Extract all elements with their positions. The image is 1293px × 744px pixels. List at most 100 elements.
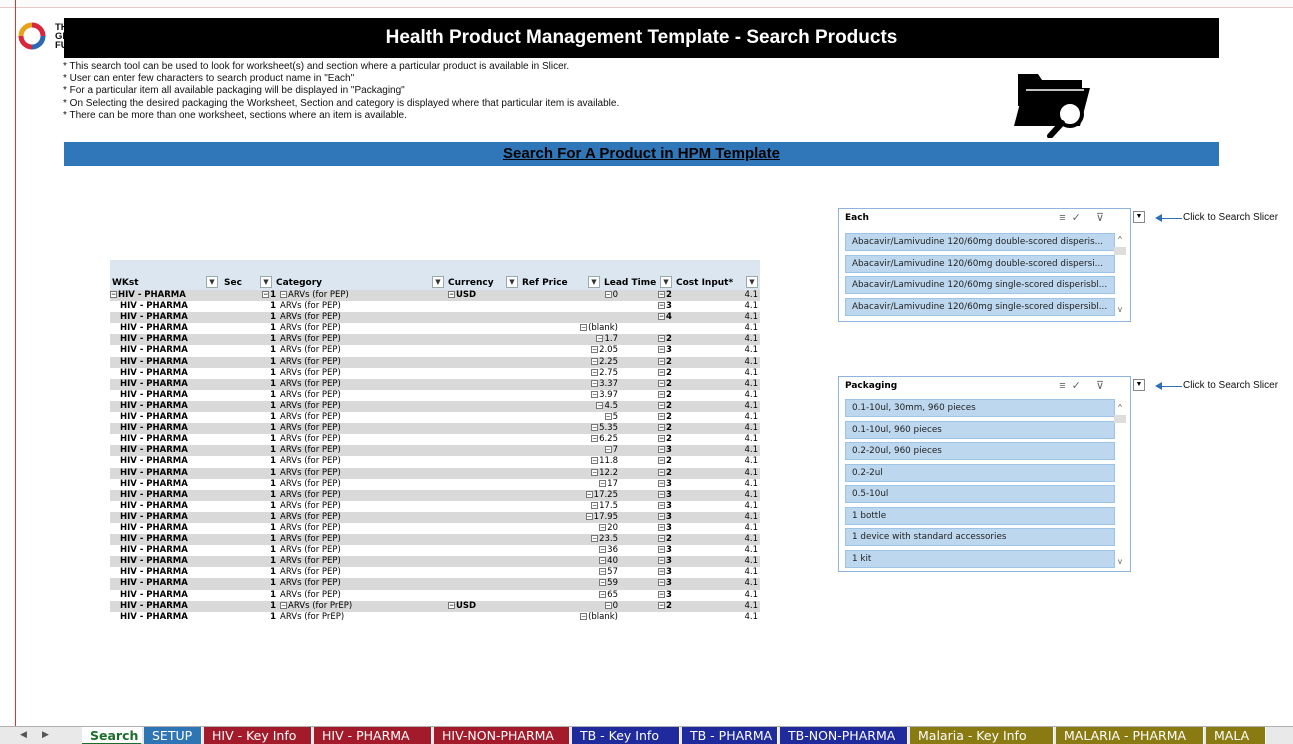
table-row[interactable]: HIV - PHARMA 1 ARVs (for PEP) −4 4.1 xyxy=(110,312,760,324)
collapse-icon[interactable]: − xyxy=(580,612,588,620)
slicer-item[interactable]: 0.1-10ul, 960 pieces xyxy=(845,420,1115,439)
wkst-filter-dropdown[interactable]: ▼ xyxy=(206,276,218,288)
collapse-icon[interactable]: − xyxy=(599,479,607,487)
slicer-item[interactable]: 0.1-10ul, 30mm, 960 pieces xyxy=(845,399,1115,417)
collapse-icon[interactable]: − xyxy=(658,346,665,354)
collapse-icon[interactable]: − xyxy=(580,324,588,332)
table-row[interactable]: HIV - PHARMA 1 ARVs (for PEP) −11.8−2 4.1 xyxy=(110,456,760,467)
tab-scroll-left-icon[interactable]: ◀ xyxy=(20,729,27,740)
table-row[interactable]: HIV - PHARMA 1 ARVs (for PEP) −7−3 4.1 xyxy=(110,445,760,457)
collapse-icon[interactable]: − xyxy=(280,601,287,609)
slicer-item[interactable]: Abacavir/Lamivudine 120/60mg double-scor… xyxy=(845,254,1115,273)
tab-tb-non-pharma[interactable]: TB-NON-PHARMA xyxy=(780,727,908,744)
collapse-icon[interactable]: − xyxy=(591,468,599,476)
packaging-search-dropdown[interactable]: ▼ xyxy=(1133,379,1145,391)
collapse-icon[interactable]: − xyxy=(591,379,599,387)
collapse-icon[interactable]: − xyxy=(591,457,599,465)
tab-tb-key-info[interactable]: TB - Key Info xyxy=(572,727,680,744)
table-row[interactable]: HIV - PHARMA 1 ARVs (for PEP) −6.25−2 4.1 xyxy=(110,434,760,445)
scrollbar-thumb[interactable] xyxy=(1114,415,1126,423)
collapse-icon[interactable]: − xyxy=(591,390,599,398)
collapse-icon[interactable]: − xyxy=(658,579,665,587)
table-row[interactable]: − HIV - PHARMA −1− ARVs (for PEP) − USD −0−2 4.… xyxy=(110,290,760,302)
collapse-icon[interactable]: − xyxy=(658,424,665,432)
table-row[interactable]: HIV - PHARMA 1 ARVs (for PEP) −36−3 4.1 xyxy=(110,545,760,556)
collapse-icon[interactable]: − xyxy=(658,291,665,298)
slicer-item[interactable]: Abacavir/Lamivudine 120/60mg single-scor… xyxy=(845,276,1115,294)
cost-input-filter-dropdown[interactable]: ▼ xyxy=(746,276,758,288)
tab-hiv-non-pharma[interactable]: HIV-NON-PHARMA xyxy=(434,727,570,744)
collapse-icon[interactable]: − xyxy=(658,501,665,509)
collapse-icon[interactable]: − xyxy=(591,346,599,354)
collapse-icon[interactable]: − xyxy=(599,546,607,554)
table-row[interactable]: HIV - PHARMA 1 ARVs (for PEP) −23.5−2 4.1 xyxy=(110,534,760,546)
collapse-icon[interactable]: − xyxy=(658,601,665,609)
collapse-icon[interactable]: − xyxy=(658,557,665,565)
collapse-icon[interactable]: − xyxy=(591,435,599,443)
collapse-icon[interactable]: − xyxy=(658,568,665,576)
table-row[interactable]: HIV - PHARMA 1 ARVs (for PEP) −5.35−2 4.1 xyxy=(110,423,760,435)
scroll-down-icon[interactable]: v xyxy=(1114,305,1126,314)
collapse-icon[interactable]: − xyxy=(599,590,607,598)
scroll-up-icon[interactable]: ^ xyxy=(1114,235,1126,244)
collapse-icon[interactable]: − xyxy=(448,291,455,298)
table-row[interactable]: HIV - PHARMA 1 ARVs (for PEP) −12.2−2 4.1 xyxy=(110,467,760,479)
collapse-icon[interactable]: − xyxy=(591,368,599,376)
table-row[interactable]: HIV - PHARMA 1− ARVs (for PrEP) − USD −0−2 4.1 xyxy=(110,600,760,612)
collapse-icon[interactable]: − xyxy=(658,379,665,387)
collapse-icon[interactable]: − xyxy=(658,390,665,398)
tab-hiv-pharma[interactable]: HIV - PHARMA xyxy=(314,727,432,744)
scroll-down-icon[interactable]: v xyxy=(1114,557,1126,566)
tab-malaria-key-info[interactable]: Malaria - Key Info xyxy=(910,727,1054,744)
table-row[interactable]: HIV - PHARMA 1 ARVs (for PEP) −2.75−2 4.1 xyxy=(110,368,760,379)
ref-price-filter-dropdown[interactable]: ▼ xyxy=(588,276,600,288)
currency-filter-dropdown[interactable]: ▼ xyxy=(506,276,518,288)
collapse-icon[interactable]: − xyxy=(658,590,665,598)
collapse-icon[interactable]: − xyxy=(658,302,665,310)
collapse-icon[interactable]: − xyxy=(658,535,665,543)
table-row[interactable]: HIV - PHARMA 1 ARVs (for PEP) −17.25−3 4.1 xyxy=(110,489,760,501)
collapse-icon[interactable]: − xyxy=(262,291,270,298)
table-row[interactable]: HIV - PHARMA 1 ARVs (for PEP) −59−3 4.1 xyxy=(110,578,760,590)
table-row[interactable]: HIV - PHARMA 1 ARVs (for PEP) −3 4.1 xyxy=(110,301,760,312)
slicer-each[interactable]: Each ≡✓ ⊽ Abacavir/Lamivudine 120/60mg d… xyxy=(838,208,1131,322)
table-row[interactable]: HIV - PHARMA 1 ARVs (for PEP) −65−3 4.1 xyxy=(110,590,760,601)
tab-malaria-pharma[interactable]: MALARIA - PHARMA xyxy=(1056,727,1204,744)
slicer-item[interactable]: Abacavir/Lamivudine 120/60mg single-scor… xyxy=(845,297,1115,316)
multi-select-icon[interactable]: ≡✓ ⊽ xyxy=(1059,379,1110,392)
table-row[interactable]: HIV - PHARMA 1 ARVs (for PEP) −40−3 4.1 xyxy=(110,556,760,568)
collapse-icon[interactable]: − xyxy=(599,568,607,576)
tab-tb-pharma[interactable]: TB - PHARMA xyxy=(682,727,778,744)
collapse-icon[interactable]: − xyxy=(591,424,599,432)
collapse-icon[interactable]: − xyxy=(448,601,455,609)
scroll-up-icon[interactable]: ^ xyxy=(1114,403,1126,412)
collapse-icon[interactable]: − xyxy=(604,601,612,609)
table-row[interactable]: HIV - PHARMA 1 ARVs (for PEP) −2.25−2 4.1 xyxy=(110,356,760,368)
slicer-item[interactable]: 0.2-20ul, 960 pieces xyxy=(845,442,1115,460)
slicer-item[interactable]: 1 device with standard accessories xyxy=(845,528,1115,546)
collapse-icon[interactable]: − xyxy=(658,357,665,365)
table-row[interactable]: HIV - PHARMA 1 ARVs (for PEP) −17.5−3 4.1 xyxy=(110,501,760,512)
slicer-packaging[interactable]: Packaging ≡✓ ⊽ 0.1-10ul, 30mm, 960 piece… xyxy=(838,376,1131,572)
category-filter-dropdown[interactable]: ▼ xyxy=(432,276,444,288)
collapse-icon[interactable]: − xyxy=(658,523,665,531)
slicer-item[interactable]: 0.2-2ul xyxy=(845,463,1115,482)
collapse-icon[interactable]: − xyxy=(280,291,287,298)
table-row[interactable]: HIV - PHARMA 1 ARVs (for PEP) −3.37−2 4.1 xyxy=(110,378,760,390)
collapse-icon[interactable]: − xyxy=(658,457,665,465)
table-row[interactable]: HIV - PHARMA 1 ARVs (for PEP) −57−3 4.1 xyxy=(110,567,760,578)
collapse-icon[interactable]: − xyxy=(604,291,612,298)
table-row[interactable]: HIV - PHARMA 1 ARVs (for PEP) − (blank) 4.1 xyxy=(110,323,760,334)
table-row[interactable]: HIV - PHARMA 1 ARVs (for PEP) −5−2 4.1 xyxy=(110,412,760,423)
slicer-item[interactable]: 0.5-10ul xyxy=(845,485,1115,503)
collapse-icon[interactable]: − xyxy=(591,501,599,509)
collapse-icon[interactable]: − xyxy=(591,357,599,365)
tab-hiv-key-info[interactable]: HIV - Key Info xyxy=(204,727,312,744)
collapse-icon[interactable]: − xyxy=(599,557,607,565)
sec-filter-dropdown[interactable]: ▼ xyxy=(260,276,272,288)
collapse-icon[interactable]: − xyxy=(658,479,665,487)
collapse-icon[interactable]: − xyxy=(658,401,665,409)
collapse-icon[interactable]: − xyxy=(658,512,665,520)
collapse-icon[interactable]: − xyxy=(110,291,117,298)
collapse-icon[interactable]: − xyxy=(591,535,599,543)
